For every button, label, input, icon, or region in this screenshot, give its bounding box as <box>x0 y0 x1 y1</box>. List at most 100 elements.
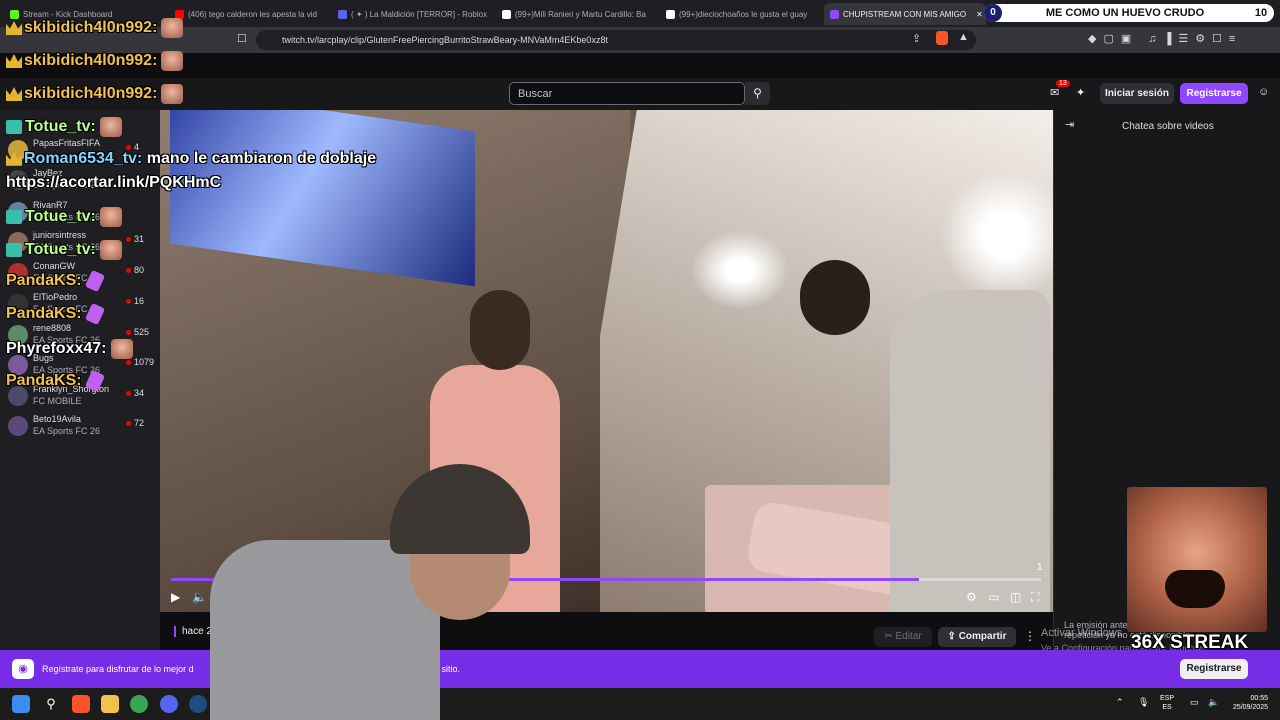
face-emote-icon <box>161 51 184 71</box>
steam-icon[interactable] <box>189 695 207 713</box>
subscriber-badge-icon <box>6 210 22 224</box>
user-icon[interactable]: ☺ <box>1258 86 1269 98</box>
url-field[interactable]: twitch.tv/larcplay/clip/GlutenFreePierci… <box>256 30 976 50</box>
face-emote-icon <box>99 240 122 260</box>
crown-badge-icon <box>6 54 22 68</box>
overlay-chat-message: Totue_tv: <box>6 117 122 137</box>
browser-tab[interactable]: (99+)Mili Ranieri y Martu Cardillo: Ba <box>502 5 662 23</box>
play-icon[interactable]: ▶ <box>171 590 180 604</box>
live-dot-icon <box>126 299 131 305</box>
cast-icon[interactable]: ▭ <box>988 590 999 604</box>
sidebar-channel[interactable]: Beto19Avila EA Sports FC 26 72 <box>6 412 156 440</box>
face-emote-icon <box>99 117 122 137</box>
rewards-icon[interactable]: ▲ <box>958 31 969 43</box>
windows-activation-watermark: Activar Windows <box>1041 627 1123 639</box>
clock[interactable]: 00:55 25/09/2025 <box>1224 694 1268 712</box>
xbox-icon[interactable] <box>130 695 148 713</box>
chat-username: Totue_tv: <box>25 208 96 226</box>
tray-expand-icon[interactable]: ⌃ <box>1116 698 1124 707</box>
bookmark-icon[interactable]: ☐ <box>237 32 247 45</box>
chat-message-text: https://acortar.link/PQKHmC <box>6 174 222 191</box>
overlay-chat-message: skibidich4l0n992: <box>6 18 184 38</box>
speaker-icon[interactable]: 🔈 <box>1208 698 1219 707</box>
scissors-icon: ✂ <box>884 631 896 642</box>
chat-title: Chatea sobre videos <box>1122 121 1214 132</box>
fullscreen-icon[interactable]: ⛶ <box>1031 590 1039 605</box>
banner-register-button[interactable]: Registrarse <box>1180 659 1248 679</box>
counter-left-value: 0 <box>984 4 1002 22</box>
share-icon: ⇪ <box>947 631 959 642</box>
subscriber-badge-icon <box>6 120 22 134</box>
subscriber-badge-icon <box>6 243 22 257</box>
live-dot-icon <box>126 330 131 336</box>
browser-tab[interactable]: ( ✦ ) La Maldición [TERROR] - Roblox <box>338 5 498 23</box>
file-explorer-icon[interactable] <box>101 695 119 713</box>
edit-button[interactable]: ✂ Editar <box>874 627 932 647</box>
browser-toolbar-icons[interactable]: ◆▢▣ ♫▐☰⚙☐≡ <box>1088 32 1242 45</box>
live-dot-icon <box>126 421 131 427</box>
close-tab-icon[interactable]: ✕ <box>976 10 983 19</box>
chat-username: Roman6534_tv: <box>24 150 143 167</box>
face-emote-icon <box>99 207 122 227</box>
browser-tab-active[interactable]: CHUPISTREAM CON MIS AMIGO ✕ <box>824 3 986 25</box>
brave-shield-icon[interactable] <box>936 31 948 45</box>
register-button[interactable]: Registrarse <box>1180 83 1248 104</box>
counter-label: ME COMO UN HUEVO CRUDO <box>1045 7 1205 19</box>
tiktok-icon <box>502 9 511 19</box>
browser-tab[interactable]: (406) tego calderon les apesta la vid <box>175 5 335 23</box>
overlay-chat-message: Roman6534_tv: mano le cambiaron de dobla… <box>6 150 376 168</box>
counter-right-value: 10 <box>1254 7 1268 19</box>
search-icon[interactable]: ⚲ <box>42 695 60 713</box>
tiktok-icon <box>666 9 675 19</box>
webcam-overlay <box>210 460 540 720</box>
live-dot-icon <box>126 360 131 366</box>
chat-username: skibidich4l0n992: <box>24 19 158 37</box>
collapse-chat-icon[interactable]: ⇥ <box>1065 118 1074 131</box>
video-frame-person <box>800 260 1050 612</box>
windows-start-icon[interactable] <box>12 695 30 713</box>
microphone-icon[interactable]: 🎙 <box>1138 698 1149 707</box>
overlay-chat-message: Phyrefoxx47: <box>6 339 133 359</box>
brave-icon[interactable] <box>72 695 90 713</box>
more-options-icon[interactable]: ⋮ <box>1024 629 1036 643</box>
live-dot-icon <box>126 391 131 397</box>
avatar <box>8 416 28 436</box>
streak-emote-mouth <box>1165 570 1225 608</box>
glitch-icon: ◉ <box>12 659 34 679</box>
search-button[interactable]: ⚲ <box>745 82 770 105</box>
share-icon[interactable]: ⇪ <box>912 32 921 45</box>
live-dot-icon <box>126 237 131 243</box>
chat-username: PandaKS: <box>6 305 82 323</box>
overlay-chat-message: skibidich4l0n992: <box>6 84 184 104</box>
overlay-chat-message: Totue_tv: <box>6 207 122 227</box>
chat-username: Totue_tv: <box>25 118 96 136</box>
overlay-chat-message: Totue_tv: <box>6 240 122 260</box>
chat-username: Totue_tv: <box>25 241 96 259</box>
volume-icon[interactable]: 🔈 <box>192 590 207 604</box>
language-indicator[interactable]: ESP ES <box>1160 694 1174 712</box>
prime-icon[interactable]: ✦ <box>1076 86 1085 99</box>
browser-tab[interactable]: (99+)dieciochoaños le gusta el guay <box>666 5 826 23</box>
face-emote-icon <box>161 84 184 104</box>
chat-message-text: mano le cambiaron de doblaje <box>142 150 377 167</box>
login-button[interactable]: Iniciar sesión <box>1100 83 1174 104</box>
roblox-icon <box>338 9 347 19</box>
video-frame-light <box>690 230 790 310</box>
share-button[interactable]: ⇪ Compartir <box>938 627 1016 647</box>
settings-icon[interactable]: ⚙ <box>966 590 977 604</box>
network-icon[interactable]: ▭ <box>1190 698 1199 707</box>
chat-username: skibidich4l0n992: <box>24 52 158 70</box>
twitch-icon <box>830 9 839 19</box>
inbox-icon[interactable]: ✉ <box>1050 86 1059 99</box>
streak-label: 36X STREAK <box>1131 632 1249 653</box>
chat-username: PandaKS: <box>6 372 82 390</box>
crown-badge-icon <box>6 87 22 101</box>
overlay-chat-message: https://acortar.link/PQKHmC <box>6 174 221 192</box>
search-input[interactable]: Buscar <box>509 82 745 105</box>
overlay-chat-message: PandaKS: <box>6 302 105 326</box>
discord-icon[interactable] <box>160 695 178 713</box>
theatre-mode-icon[interactable]: ◫ <box>1010 590 1021 604</box>
overlay-chat-message: PandaKS: <box>6 369 105 393</box>
face-emote-icon <box>110 339 133 359</box>
chat-username: skibidich4l0n992: <box>24 85 158 103</box>
